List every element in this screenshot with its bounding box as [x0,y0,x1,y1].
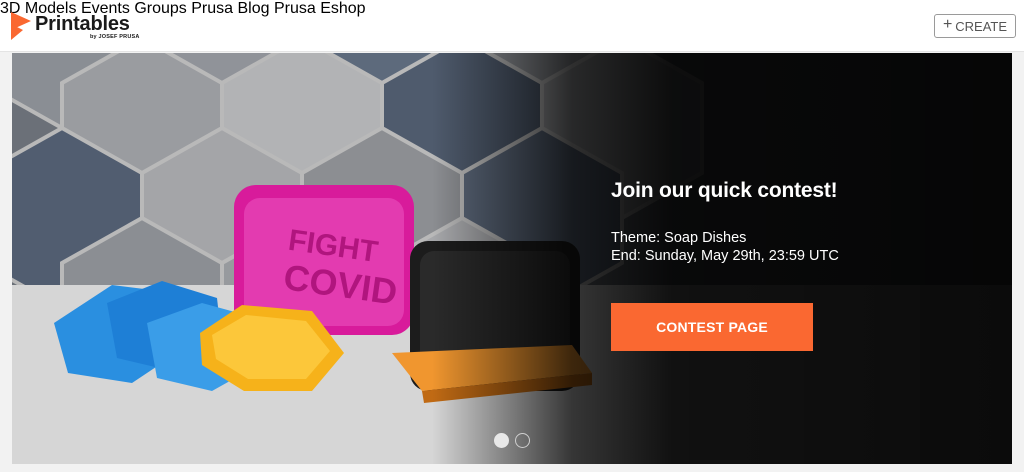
create-label: CREATE [955,18,1008,34]
brand-byline: by JOSEF PRUSA [90,34,140,40]
printables-logo[interactable]: Printables by JOSEF PRUSA [11,12,139,42]
carousel-dot-1[interactable] [494,433,509,448]
contest-theme: Theme: Soap Dishes [611,230,747,246]
carousel-indicators [494,433,530,448]
brand-name: Printables [35,13,130,35]
hero-title: Join our quick contest! [611,179,838,202]
create-button[interactable]: + CREATE [934,14,1016,38]
nav-groups[interactable]: Groups [134,0,186,17]
contest-end-date: End: Sunday, May 29th, 23:59 UTC [611,248,839,264]
hero-dark-overlay [12,53,1012,464]
printables-logo-icon [11,12,31,40]
nav-prusa-blog[interactable]: Prusa Blog [191,0,269,17]
carousel-dot-2[interactable] [515,433,530,448]
hero-banner[interactable]: FIGHT COVID Join our quick contest! Them… [12,53,1012,464]
nav-prusa-eshop[interactable]: Prusa Eshop [274,0,366,17]
plus-icon: + [942,16,953,33]
contest-page-button[interactable]: CONTEST PAGE [611,303,813,351]
top-bar: Printables by JOSEF PRUSA 3D Models Even… [0,0,1024,52]
